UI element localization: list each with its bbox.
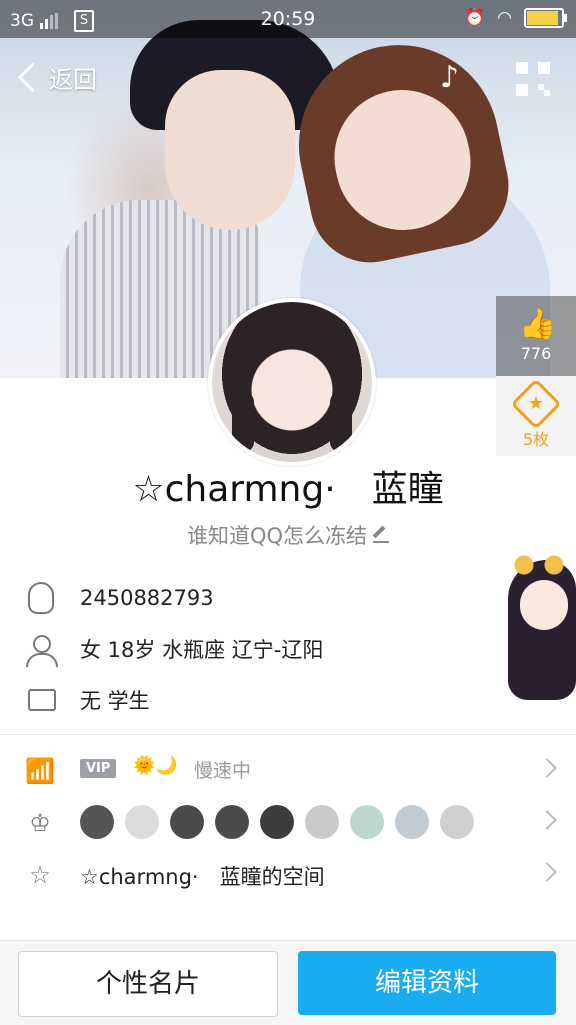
badge-icon — [440, 805, 474, 839]
cover-figure — [165, 70, 295, 230]
basic-info-row: 女 18岁 水瓶座 辽宁-辽阳 — [0, 631, 576, 667]
badge-icon — [350, 805, 384, 839]
vip-row[interactable]: 📶 VIP 🌞🌙 慢速中 — [0, 745, 576, 795]
occupation-row: 无 学生 — [0, 682, 576, 718]
crown-icon: ♔ — [29, 809, 51, 837]
qq-number: 2450882793 — [80, 586, 214, 610]
chevron-left-icon — [17, 62, 48, 93]
person-icon — [33, 635, 51, 653]
badge-icon — [80, 805, 114, 839]
vip-status: 慢速中 — [194, 760, 252, 782]
badge-icon — [395, 805, 429, 839]
edit-profile-button[interactable]: 编辑资料 — [298, 951, 556, 1015]
basic-info: 女 18岁 水瓶座 辽宁-辽阳 — [80, 638, 324, 662]
briefcase-icon — [28, 689, 56, 711]
chevron-right-icon — [537, 862, 557, 882]
vip-badge: VIP — [80, 759, 117, 778]
badge-icon — [260, 805, 294, 839]
person-icon — [26, 653, 58, 667]
medal-count: 5枚 — [522, 430, 550, 449]
zone-row[interactable]: ☆ ☆charmng· 蓝瞳的空间 — [0, 849, 576, 899]
divider — [0, 734, 576, 735]
pencil-icon — [373, 525, 390, 543]
medal-icon: ★ — [510, 378, 562, 430]
thumbs-up-icon: 👍 — [519, 307, 557, 342]
back-label: 返回 — [49, 66, 97, 94]
signature[interactable]: 谁知道QQ怎么冻结 — [0, 520, 576, 550]
avatar[interactable] — [208, 298, 376, 466]
avatar-detail — [232, 392, 254, 452]
bottom-bar: 个性名片 编辑资料 — [0, 940, 576, 1025]
battery-icon — [524, 8, 567, 28]
qr-code-icon[interactable] — [516, 62, 550, 96]
back-button[interactable]: 返回 — [16, 60, 97, 95]
badge-list — [80, 805, 474, 839]
level-chart-icon: 📶 — [25, 757, 55, 785]
badge-icon — [125, 805, 159, 839]
sun-moon-icon: 🌞🌙 — [133, 755, 178, 776]
chevron-right-icon — [537, 758, 557, 778]
chevron-right-icon — [537, 810, 557, 830]
penguin-icon — [28, 582, 54, 614]
wifi-icon: ◠ — [497, 8, 512, 28]
badge-icon — [170, 805, 204, 839]
badge-icon — [305, 805, 339, 839]
pendant-sticker[interactable] — [500, 540, 576, 700]
personal-card-button[interactable]: 个性名片 — [18, 951, 278, 1017]
avatar-detail — [330, 392, 352, 452]
badges-row[interactable]: ♔ — [0, 797, 576, 847]
like-button[interactable]: 👍 776 — [496, 296, 576, 376]
occupation: 无 学生 — [80, 689, 150, 713]
medal-button[interactable]: ★ 5枚 — [496, 376, 576, 456]
star-icon: ☆ — [29, 861, 51, 889]
sticker-detail — [510, 554, 570, 576]
status-bar: 3G S 20:59 ⏰ ◠ — [0, 0, 576, 38]
like-count: 776 — [520, 344, 552, 363]
badge-icon — [215, 805, 249, 839]
qq-number-row: 2450882793 — [0, 580, 576, 616]
profile-name: ☆charmng· 蓝瞳 — [132, 469, 444, 510]
signature-text: 谁知道QQ怎么冻结 — [186, 524, 368, 548]
zone-label: ☆charmng· 蓝瞳的空间 — [80, 865, 325, 889]
music-icon[interactable]: ♪ — [440, 60, 476, 96]
alarm-icon: ⏰ — [463, 8, 486, 28]
